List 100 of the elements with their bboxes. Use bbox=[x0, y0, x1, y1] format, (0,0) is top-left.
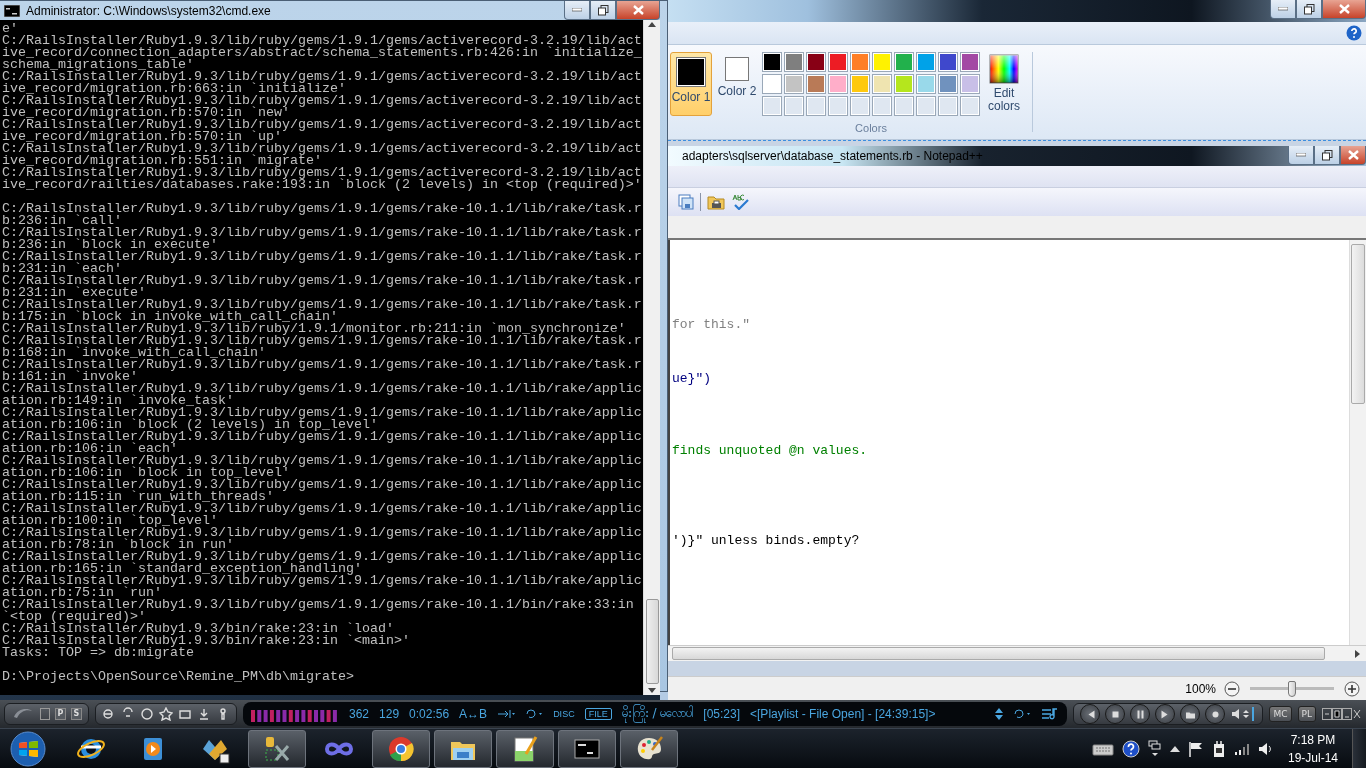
minimize-button[interactable] bbox=[564, 1, 590, 20]
palette-swatch[interactable] bbox=[784, 74, 804, 94]
empty-swatch[interactable] bbox=[784, 96, 804, 116]
palette-swatch[interactable] bbox=[960, 52, 980, 72]
taskbar-button[interactable] bbox=[620, 729, 678, 768]
close-button[interactable] bbox=[1340, 146, 1366, 165]
signal-icon[interactable] bbox=[1233, 741, 1250, 756]
view-button[interactable]: MC bbox=[1269, 706, 1292, 722]
taskbar-button[interactable] bbox=[372, 729, 430, 768]
minimize-button[interactable] bbox=[1288, 146, 1314, 165]
palette-swatch[interactable] bbox=[938, 74, 958, 94]
empty-swatch[interactable] bbox=[850, 96, 870, 116]
volume-icon[interactable] bbox=[1257, 740, 1274, 757]
palette-swatch[interactable] bbox=[850, 52, 870, 72]
empty-swatch[interactable] bbox=[872, 96, 892, 116]
palette-swatch[interactable] bbox=[806, 52, 826, 72]
minimize-button[interactable] bbox=[1270, 0, 1296, 19]
palette-swatch[interactable] bbox=[762, 74, 782, 94]
palette-swatch[interactable] bbox=[806, 74, 826, 94]
jump-icon[interactable] bbox=[497, 709, 516, 719]
close-button[interactable] bbox=[616, 1, 660, 20]
previous-button[interactable] bbox=[1080, 704, 1101, 724]
volume-icon[interactable] bbox=[1230, 706, 1257, 722]
console-line: b:236:in `block in execute' bbox=[2, 239, 218, 251]
sort-icon[interactable] bbox=[995, 708, 1004, 720]
windows-icon[interactable] bbox=[1147, 739, 1162, 758]
power-icon[interactable] bbox=[1211, 739, 1226, 758]
mode-button[interactable]: P bbox=[55, 708, 66, 720]
zoom-thumb[interactable] bbox=[1288, 680, 1296, 697]
horizontal-scrollbar[interactable] bbox=[668, 645, 1366, 661]
empty-swatch[interactable] bbox=[806, 96, 826, 116]
palette-swatch[interactable] bbox=[850, 74, 870, 94]
edit-colors-button[interactable]: Edit colors bbox=[984, 52, 1024, 115]
color-button[interactable]: Color 1 bbox=[670, 52, 712, 116]
playlist-music-icon[interactable] bbox=[1041, 708, 1060, 720]
view-button[interactable]: PL bbox=[1297, 706, 1316, 722]
player-tool-icon[interactable] bbox=[140, 707, 154, 721]
empty-swatch[interactable] bbox=[960, 96, 980, 116]
palette-swatch[interactable] bbox=[784, 52, 804, 72]
scroll-thumb[interactable] bbox=[672, 647, 1325, 660]
zoom-in-icon[interactable] bbox=[1344, 680, 1360, 697]
player-tool-icon[interactable] bbox=[197, 707, 211, 721]
empty-swatch[interactable] bbox=[828, 96, 848, 116]
next-button[interactable] bbox=[1155, 704, 1176, 724]
zoom-out-icon[interactable] bbox=[1224, 680, 1240, 697]
scroll-thumb[interactable] bbox=[1351, 244, 1365, 404]
taskbar-button[interactable] bbox=[496, 729, 554, 768]
open-button[interactable] bbox=[1180, 704, 1201, 724]
taskbar-button[interactable] bbox=[248, 729, 306, 768]
palette-swatch[interactable] bbox=[960, 74, 980, 94]
scrollbar[interactable] bbox=[643, 20, 660, 695]
print-folder-icon[interactable] bbox=[707, 194, 725, 210]
record-button[interactable] bbox=[1205, 704, 1226, 724]
empty-swatch[interactable] bbox=[894, 96, 914, 116]
checkbox-icon[interactable] bbox=[40, 708, 50, 720]
save-all-icon[interactable] bbox=[678, 194, 694, 210]
palette-swatch[interactable] bbox=[872, 74, 892, 94]
help-icon[interactable] bbox=[1121, 739, 1140, 758]
player-tool-icon[interactable] bbox=[178, 707, 192, 721]
taskbar-button[interactable] bbox=[434, 729, 492, 768]
window-title: adapters\sqlserver\database_statements.rb - Notepad++ bbox=[682, 149, 983, 163]
flag-icon[interactable] bbox=[1187, 740, 1204, 757]
player-tool-icon[interactable] bbox=[102, 707, 116, 721]
player-tool-icon[interactable] bbox=[159, 707, 173, 721]
repeat-icon[interactable] bbox=[1013, 708, 1032, 720]
scroll-right-icon[interactable] bbox=[1355, 649, 1360, 658]
palette-swatch[interactable] bbox=[916, 74, 936, 94]
close-button[interactable] bbox=[1322, 0, 1366, 19]
palette-swatch[interactable] bbox=[938, 52, 958, 72]
counter: 362 bbox=[349, 707, 370, 721]
window-controls-icon[interactable] bbox=[1322, 708, 1362, 720]
scroll-down-icon[interactable] bbox=[648, 688, 656, 693]
palette-swatch[interactable] bbox=[872, 52, 892, 72]
pause-button[interactable] bbox=[1130, 704, 1151, 724]
palette-swatch[interactable] bbox=[828, 74, 848, 94]
color-button[interactable]: Color 2 bbox=[716, 52, 758, 116]
palette-swatch[interactable] bbox=[894, 74, 914, 94]
spell-check-icon[interactable] bbox=[731, 194, 749, 210]
palette-swatch[interactable] bbox=[894, 52, 914, 72]
empty-swatch[interactable] bbox=[938, 96, 958, 116]
mode-button[interactable]: S bbox=[71, 708, 82, 720]
scroll-thumb[interactable] bbox=[645, 599, 659, 684]
repeat-icon[interactable] bbox=[525, 708, 544, 720]
restore-button[interactable] bbox=[1314, 146, 1340, 165]
keyboard-icon[interactable] bbox=[1091, 741, 1114, 756]
scroll-up-icon[interactable] bbox=[648, 22, 656, 27]
restore-button[interactable] bbox=[1296, 0, 1322, 19]
ab-repeat-label[interactable]: A↔B bbox=[459, 707, 488, 721]
scrollbar[interactable] bbox=[1349, 240, 1366, 645]
clock[interactable]: 7:18 PM 19-Jul-14 bbox=[1281, 730, 1344, 767]
palette-swatch[interactable] bbox=[916, 52, 936, 72]
empty-swatch[interactable] bbox=[762, 96, 782, 116]
empty-swatch[interactable] bbox=[916, 96, 936, 116]
stop-button[interactable] bbox=[1105, 704, 1126, 724]
restore-button[interactable] bbox=[590, 1, 616, 20]
console-line: ation.rb:106:in `block (2 levels) in top_level' bbox=[2, 419, 378, 431]
palette-swatch[interactable] bbox=[762, 52, 782, 72]
show-hidden-icon[interactable] bbox=[1169, 745, 1180, 752]
console-line: b:231:in `each' bbox=[2, 263, 122, 275]
palette-swatch[interactable] bbox=[828, 52, 848, 72]
